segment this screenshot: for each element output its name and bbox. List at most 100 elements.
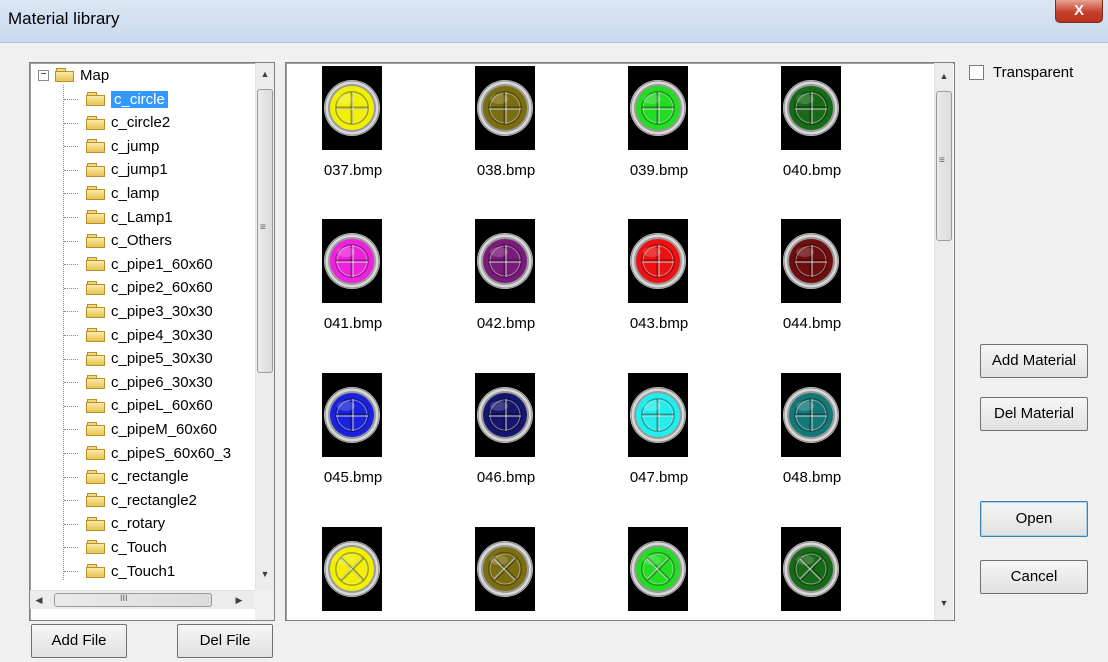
folder-icon — [86, 493, 106, 508]
transparent-checkbox[interactable]: Transparent — [969, 64, 1073, 81]
tree-guide-line — [63, 85, 64, 580]
tree-branch-line — [64, 500, 78, 502]
round-button-icon — [630, 387, 686, 443]
tree-item-label: c_rectangle2 — [111, 491, 197, 509]
tree-item[interactable]: c_pipe2_60x60 — [86, 277, 213, 299]
folder-icon — [86, 139, 106, 154]
tree-item[interactable]: c_pipe5_30x30 — [86, 348, 213, 370]
round-button-icon — [783, 233, 839, 289]
material-thumbnail — [781, 527, 841, 611]
open-button[interactable]: Open — [980, 501, 1088, 537]
tree-item[interactable]: c_circle — [86, 88, 168, 110]
folder-icon — [86, 115, 106, 130]
gallery-grip-icon: ≡ — [939, 155, 945, 166]
tree-item[interactable]: c_Touch1 — [86, 560, 175, 582]
round-button-icon — [477, 387, 533, 443]
tree-item[interactable]: c_Touch — [86, 536, 167, 558]
tree-item[interactable]: c_pipe4_30x30 — [86, 324, 213, 346]
tree-horizontal-scrollbar[interactable]: ◀ III ▶ — [30, 590, 256, 609]
round-button-icon — [477, 541, 533, 597]
tree-item-label: c_pipe4_30x30 — [111, 326, 213, 344]
tree-item[interactable]: c_pipeM_60x60 — [86, 418, 217, 440]
material-filename: 046.bmp — [476, 469, 536, 486]
cancel-button[interactable]: Cancel — [980, 560, 1088, 594]
tree-item[interactable]: c_circle2 — [86, 112, 170, 134]
gallery-scroll-up-icon[interactable]: ▲ — [935, 67, 953, 85]
folder-icon — [55, 68, 75, 82]
material-filename: 040.bmp — [782, 162, 842, 179]
tree-item-label: c_pipe6_30x30 — [111, 373, 213, 391]
folder-icon — [86, 469, 106, 484]
tree-branch-line — [64, 547, 78, 549]
tree-item[interactable]: c_pipe3_30x30 — [86, 300, 213, 322]
tree-item-label: c_Lamp1 — [111, 208, 173, 226]
tree-item-label: c_lamp — [111, 184, 160, 202]
round-button-icon — [783, 80, 839, 136]
folder-tree[interactable]: − Map c_circle c_circle2 c_jump c_jump1 c_la… — [29, 62, 275, 621]
round-button-icon — [783, 541, 839, 597]
tree-item[interactable]: c_rotary — [86, 513, 165, 535]
tree-root-node[interactable]: Map — [55, 64, 109, 86]
round-button-icon — [477, 233, 533, 289]
folder-icon — [86, 162, 106, 177]
folder-icon — [86, 304, 106, 319]
collapse-toggle[interactable]: − — [38, 70, 49, 81]
scroll-right-icon[interactable]: ▶ — [230, 591, 248, 609]
del-file-button[interactable]: Del File — [177, 624, 273, 658]
gallery-scroll-down-icon[interactable]: ▼ — [935, 594, 953, 612]
tree-item-label: c_pipe1_60x60 — [111, 255, 213, 273]
tree-item[interactable]: c_pipe6_30x30 — [86, 371, 213, 393]
tree-item[interactable]: c_jump1 — [86, 159, 168, 181]
tree-item[interactable]: c_jump — [86, 135, 159, 157]
folder-icon — [86, 516, 106, 531]
add-file-button[interactable]: Add File — [31, 624, 127, 658]
tree-item[interactable]: c_Others — [86, 230, 172, 252]
tree-item[interactable]: c_pipeL_60x60 — [86, 395, 213, 417]
tree-branch-line — [64, 240, 78, 242]
material-filename: 044.bmp — [782, 315, 842, 332]
material-thumbnail — [475, 373, 535, 457]
tree-item[interactable]: c_pipe1_60x60 — [86, 253, 213, 275]
checkbox-box[interactable] — [969, 65, 984, 80]
tree-branch-line — [64, 335, 78, 336]
tree-item-label: c_pipeS_60x60_3 — [111, 444, 232, 462]
tree-branch-line — [64, 405, 78, 407]
tree-branch-line — [64, 169, 78, 171]
material-thumbnail — [628, 373, 688, 457]
del-material-button[interactable]: Del Material — [980, 397, 1088, 431]
tree-vertical-scrollbar[interactable]: ▲ ≡ ▼ — [255, 63, 274, 602]
tree-item-label: c_circle — [111, 90, 168, 108]
transparent-label: Transparent — [993, 64, 1074, 81]
gallery-vertical-scrollbar[interactable]: ▲ ≡ ▼ — [934, 63, 953, 620]
folder-icon — [86, 351, 106, 366]
tree-item-label: c_jump — [111, 137, 160, 155]
tree-item-label: c_rectangle — [111, 468, 189, 486]
scroll-up-icon[interactable]: ▲ — [256, 65, 274, 83]
window-title: Material library — [8, 9, 120, 28]
tree-item[interactable]: c_rectangle — [86, 466, 189, 488]
tree-branch-line — [64, 122, 78, 124]
material-thumbnail — [322, 66, 382, 150]
gallery-scroll-thumb[interactable] — [936, 91, 952, 241]
material-filename: 043.bmp — [629, 315, 689, 332]
folder-icon — [86, 398, 106, 413]
tree-hscroll-thumb[interactable] — [54, 593, 212, 607]
scroll-down-icon[interactable]: ▼ — [256, 565, 274, 583]
material-filename: 045.bmp — [323, 469, 383, 486]
tree-item-label: c_pipe2_60x60 — [111, 279, 213, 297]
scroll-left-icon[interactable]: ◀ — [30, 591, 48, 609]
tree-item[interactable]: c_rectangle2 — [86, 489, 197, 511]
tree-item[interactable]: c_lamp — [86, 182, 159, 204]
tree-branch-line — [64, 193, 78, 195]
tree-item[interactable]: c_pipeS_60x60_3 — [86, 442, 231, 464]
material-filename: 038.bmp — [476, 162, 536, 179]
round-button-icon — [324, 233, 380, 289]
close-button[interactable]: X — [1055, 0, 1103, 23]
add-material-button[interactable]: Add Material — [980, 344, 1088, 378]
tree-item[interactable]: c_Lamp1 — [86, 206, 173, 228]
tree-branch-line — [64, 571, 78, 572]
tree-branch-line — [64, 311, 78, 313]
round-button-icon — [630, 80, 686, 136]
folder-icon — [86, 446, 106, 460]
material-gallery[interactable]: 037.bmp 038.bmp 039.bmp 040.bmp 041.bmp 042.b… — [285, 62, 955, 621]
